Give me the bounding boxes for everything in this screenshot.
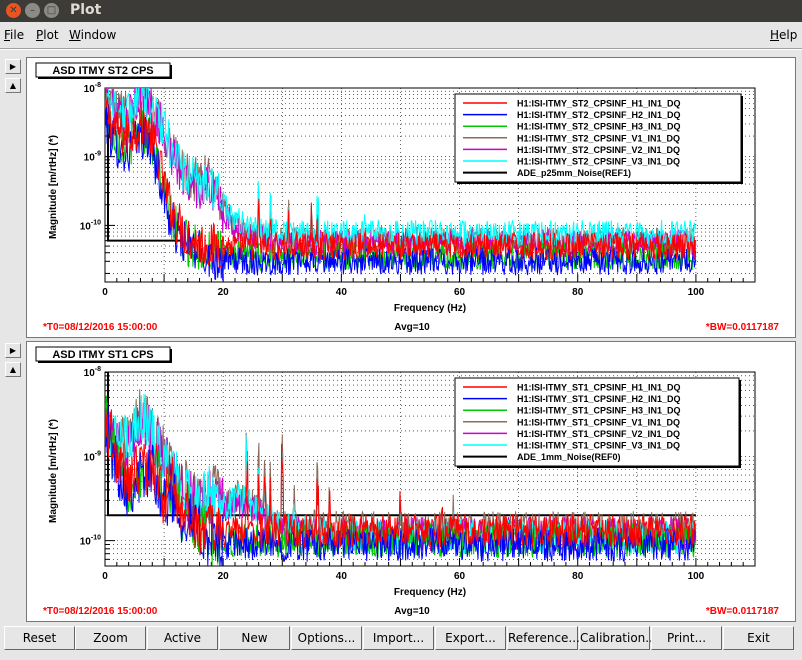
legend-entry: H1:ISI-ITMY_ST2_CPSINF_H3_IN1_DQ [517,122,681,132]
legend-entry: H1:ISI-ITMY_ST1_CPSINF_H1_IN1_DQ [517,383,681,393]
menu-plot[interactable]: Plot [36,28,59,42]
chart-st1: ASD ITMY ST1 CPS 0 20 40 60 80 100 10-10 10-9 10-… [35,346,780,617]
x-tick-label: 100 [688,571,705,582]
x-tick-label: 100 [688,287,705,298]
x-tick-label: 0 [102,287,108,298]
chart-legend: H1:ISI-ITMY_ST1_CPSINF_H1_IN1_DQH1:ISI-I… [454,377,741,468]
menu-separator [0,48,802,50]
chart-st2: ASD ITMY ST2 CPS 0 20 40 60 80 100 10-10 10-9 10-… [35,62,780,333]
legend-entry: ADE_1mm_Noise(REF0) [517,452,621,462]
plot-pad-st1[interactable]: ASD ITMY ST1 CPS 0 20 40 60 80 100 10-10 10-9 10-… [26,341,796,622]
x-tick-label: 80 [572,287,584,298]
legend-entry: H1:ISI-ITMY_ST1_CPSINF_V1_IN1_DQ [517,417,680,427]
legend-entry: H1:ISI-ITMY_ST2_CPSINF_H2_IN1_DQ [517,110,681,120]
footer-avg: Avg=10 [394,606,430,617]
legend-entry: H1:ISI-ITMY_ST1_CPSINF_V3_IN1_DQ [517,441,680,451]
chart-title: ASD ITMY ST2 CPS [52,65,153,77]
active-button[interactable]: Active [147,626,218,650]
legend-entry: H1:ISI-ITMY_ST1_CPSINF_H2_IN1_DQ [517,394,681,404]
x-axis-label: Frequency (Hz) [394,303,466,314]
menu-window[interactable]: Window [69,28,116,42]
chart-title-box: ASD ITMY ST1 CPS [35,346,172,363]
legend-entry: ADE_p25mm_Noise(REF1) [517,168,631,178]
plot-pad-st2[interactable]: ASD ITMY ST2 CPS 0 20 40 60 80 100 10-10 10-9 10-… [26,57,796,338]
pane2-expand-button[interactable]: ▶ [5,343,21,358]
chart-title-box: ASD ITMY ST2 CPS [35,62,172,79]
x-tick-label: 20 [218,571,230,582]
new-button[interactable]: New [219,626,290,650]
reference-button[interactable]: Reference... [507,626,580,650]
y-axis-label: Magnitude [m/rtHz] (*) [48,419,59,523]
pane1-collapse-button[interactable]: ▲ [5,78,21,93]
legend-entry: H1:ISI-ITMY_ST1_CPSINF_V2_IN1_DQ [517,429,680,439]
pane2-collapse-button[interactable]: ▲ [5,362,21,377]
footer-bw: *BW=0.0117187 [706,606,780,617]
import-button[interactable]: Import... [363,626,434,650]
reset-button[interactable]: Reset [4,626,75,650]
legend-entry: H1:ISI-ITMY_ST2_CPSINF_V3_IN1_DQ [517,157,680,167]
legend-entry: H1:ISI-ITMY_ST1_CPSINF_H3_IN1_DQ [517,406,681,416]
print-button[interactable]: Print... [651,626,722,650]
footer-avg: Avg=10 [394,322,430,333]
y-tick-label: 10-10 [80,219,101,232]
menu-bar: File Plot Window Help [0,22,802,48]
menu-help[interactable]: Help [770,28,797,42]
footer-t0: *T0=08/12/2016 15:00:00 [43,322,158,333]
y-tick-label: 10-8 [84,366,101,379]
chart-title: ASD ITMY ST1 CPS [52,349,153,361]
legend-entry: H1:ISI-ITMY_ST2_CPSINF_V1_IN1_DQ [517,133,680,143]
y-tick-label: 10-8 [84,82,101,95]
pane1-expand-button[interactable]: ▶ [5,59,21,74]
x-tick-label: 20 [218,287,230,298]
title-bar: ✕ – □ Plot [0,0,802,22]
x-tick-label: 80 [572,571,584,582]
y-tick-label: 10-9 [84,450,101,463]
legend-entry: H1:ISI-ITMY_ST2_CPSINF_V2_IN1_DQ [517,145,680,155]
maximize-window-icon[interactable]: □ [44,3,59,18]
y-axis-label: Magnitude [m/rtHz] (*) [48,135,59,239]
x-tick-label: 40 [336,287,348,298]
x-axis-label: Frequency (Hz) [394,587,466,598]
x-tick-label: 60 [454,571,466,582]
exit-button[interactable]: Exit [723,626,794,650]
export-button[interactable]: Export... [435,626,506,650]
y-tick-label: 10-10 [80,535,101,548]
x-tick-label: 60 [454,287,466,298]
x-tick-label: 0 [102,571,108,582]
options-button[interactable]: Options... [291,626,362,650]
menu-file[interactable]: File [4,28,24,42]
legend-entry: H1:ISI-ITMY_ST2_CPSINF_H1_IN1_DQ [517,99,681,109]
chart-legend: H1:ISI-ITMY_ST2_CPSINF_H1_IN1_DQH1:ISI-I… [454,93,743,184]
footer-bw: *BW=0.0117187 [706,322,780,333]
window-title: Plot [70,2,102,18]
y-tick-label: 10-9 [84,151,101,164]
zoom-button[interactable]: Zoom [75,626,146,650]
calibration-button[interactable]: Calibration... [579,626,657,650]
minimize-window-icon[interactable]: – [25,3,40,18]
close-window-icon[interactable]: ✕ [6,3,21,18]
x-tick-label: 40 [336,571,348,582]
footer-t0: *T0=08/12/2016 15:00:00 [43,606,158,617]
